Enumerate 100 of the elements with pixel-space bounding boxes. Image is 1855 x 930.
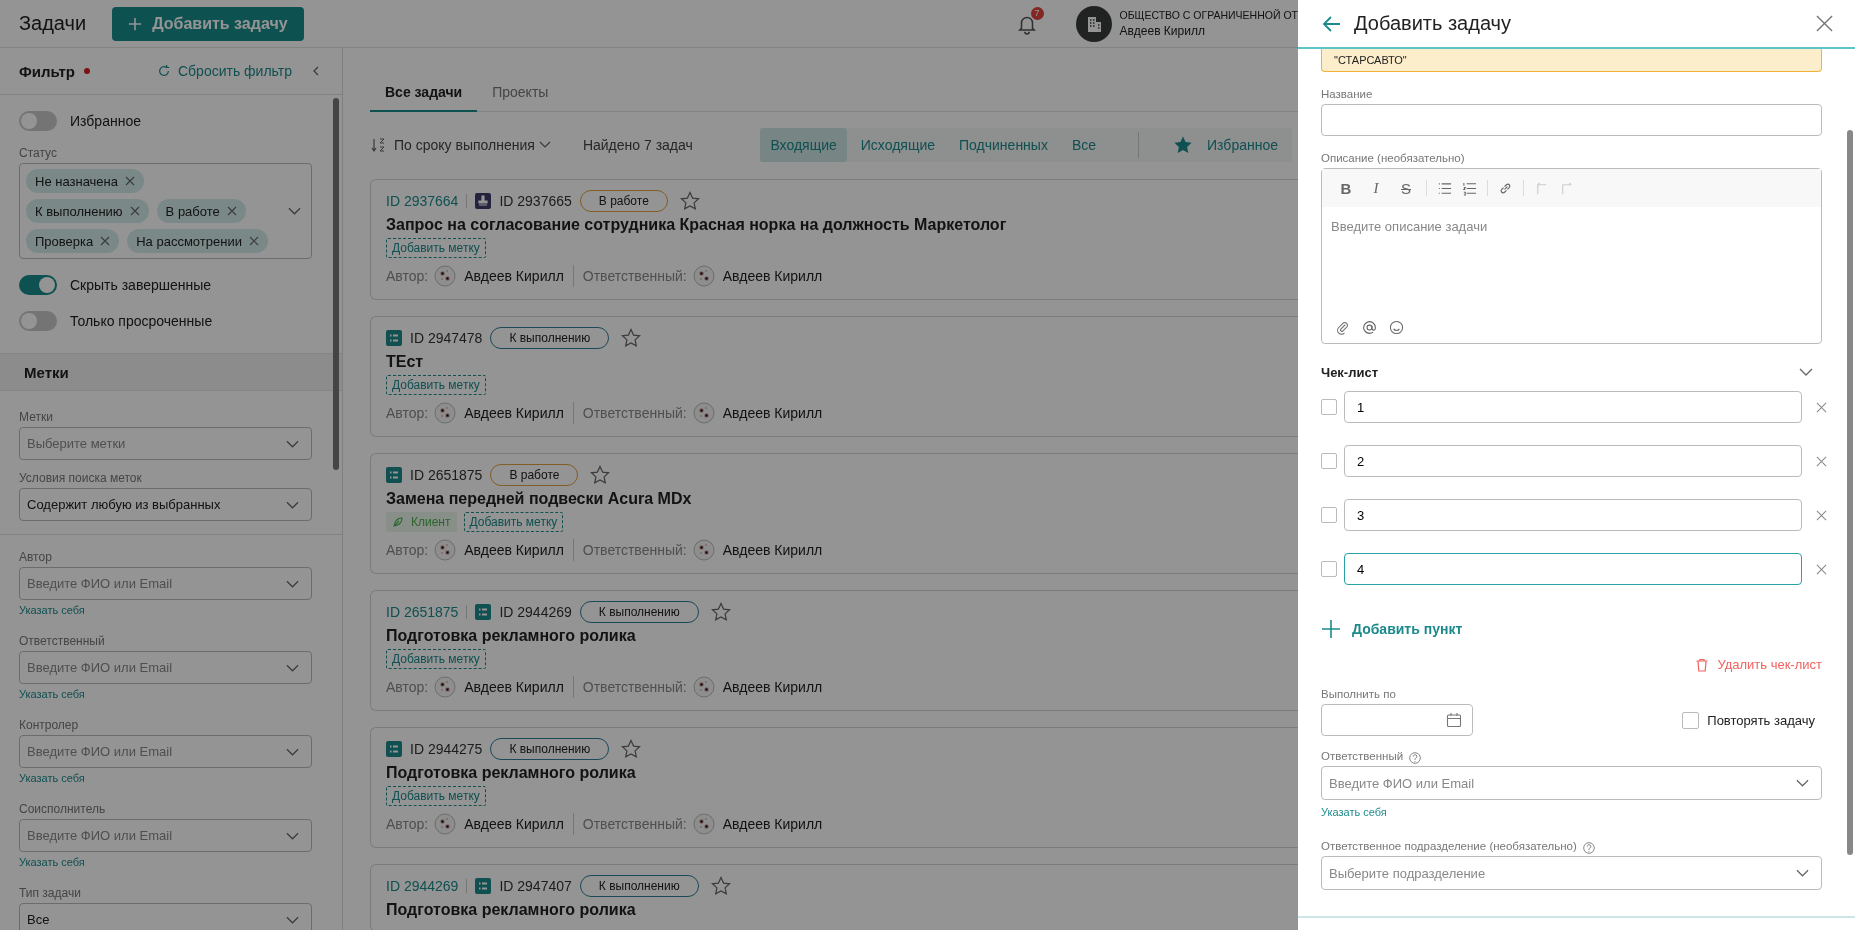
tab[interactable]: Проекты bbox=[477, 72, 564, 112]
remove-icon[interactable] bbox=[1816, 455, 1827, 467]
task-card[interactable]: ID 2947478 К выполнению ТЕст Добавить метку Автор: Авдеев Кирилл Ответственный: Авдеев Кирилл bbox=[370, 316, 1298, 437]
assign-self-link[interactable]: Указать себя bbox=[19, 604, 85, 616]
checklist-item-input[interactable]: 4 bbox=[1344, 553, 1802, 585]
select-field[interactable]: Выберите метки bbox=[19, 427, 312, 460]
assign-self-link[interactable]: Указать себя bbox=[1321, 806, 1387, 818]
assignee-name[interactable]: Авдеев Кирилл bbox=[722, 405, 823, 421]
status-chip[interactable]: К выполнению bbox=[26, 199, 149, 223]
remove-icon[interactable] bbox=[129, 206, 140, 216]
description-editor[interactable]: B I S Введите описание задачи bbox=[1321, 168, 1822, 344]
checklist-item-input[interactable]: 1 bbox=[1344, 391, 1802, 423]
select-field[interactable]: Введите ФИО или Email bbox=[19, 651, 312, 684]
select-field[interactable]: Содержит любую из выбранных bbox=[19, 488, 312, 521]
task-card[interactable]: ID 2651875 В работе Замена передней подвески Acura MDx Клиент Добавить метку Автор: Авдеев Кирилл Ответственный: Авдеев Кирилл bbox=[370, 453, 1298, 574]
scrollbar[interactable] bbox=[1847, 130, 1853, 855]
help-icon[interactable] bbox=[1582, 842, 1595, 854]
assign-self-link[interactable]: Указать себя bbox=[19, 856, 85, 868]
scrollbar[interactable] bbox=[333, 98, 339, 470]
star-icon[interactable] bbox=[710, 876, 731, 896]
task-title[interactable]: Подготовка рекламного ролика bbox=[386, 626, 1283, 646]
checklist-item-input[interactable]: 3 bbox=[1344, 499, 1802, 531]
filter-segment[interactable]: Все bbox=[1061, 128, 1107, 162]
name-input[interactable] bbox=[1321, 104, 1822, 136]
delete-checklist-button[interactable]: Удалить чек-лист bbox=[1695, 657, 1822, 672]
link-icon[interactable] bbox=[1498, 180, 1513, 196]
sort-dropdown[interactable]: По сроку выполнения bbox=[394, 137, 535, 153]
add-tag-button[interactable]: Добавить метку bbox=[463, 512, 564, 532]
status-select[interactable]: Не назначена К выполнению В работе Проверка На рассмотрении bbox=[19, 163, 312, 259]
parent-task-link[interactable]: ID 2944269 bbox=[386, 878, 459, 894]
toggle-switch[interactable] bbox=[19, 111, 57, 131]
bullet-list-icon[interactable] bbox=[1437, 180, 1452, 196]
filter-segment[interactable]: Исходящие bbox=[850, 128, 946, 162]
task-title[interactable]: Замена передней подвески Acura MDx bbox=[386, 489, 1283, 509]
add-tag-button[interactable]: Добавить метку bbox=[386, 238, 486, 258]
assign-self-link[interactable]: Указать себя bbox=[19, 772, 85, 784]
author-name[interactable]: Авдеев Кирилл bbox=[464, 405, 564, 421]
numbered-list-icon[interactable] bbox=[1462, 180, 1477, 196]
filter-segment[interactable]: Подчиненных bbox=[949, 128, 1058, 162]
star-icon[interactable] bbox=[621, 739, 642, 759]
format-button[interactable]: B bbox=[1336, 179, 1356, 197]
emoji-icon[interactable] bbox=[1389, 320, 1404, 335]
checklist-item-input[interactable]: 2 bbox=[1344, 445, 1802, 477]
remove-icon[interactable] bbox=[1816, 509, 1827, 521]
back-arrow-icon[interactable] bbox=[1322, 13, 1342, 34]
select-field[interactable]: Введите ФИО или Email bbox=[1321, 766, 1822, 800]
add-tag-button[interactable]: Добавить метку bbox=[386, 786, 486, 806]
favorites-button[interactable]: Избранное bbox=[1207, 137, 1278, 153]
add-item-button[interactable]: Добавить пункт bbox=[1321, 619, 1463, 639]
date-input[interactable] bbox=[1321, 704, 1473, 736]
assign-self-link[interactable]: Указать себя bbox=[19, 688, 85, 700]
select-field[interactable]: Введите ФИО или Email bbox=[19, 819, 312, 852]
star-icon[interactable] bbox=[710, 602, 731, 622]
close-icon[interactable] bbox=[1816, 15, 1833, 32]
select-field[interactable]: Все bbox=[19, 903, 312, 930]
task-card[interactable]: ID 2651875 ID 2944269 К выполнению Подготовка рекламного ролика Добавить метку Автор: Авдеев Кирилл Ответственный: Авдеев Кирилл bbox=[370, 590, 1298, 711]
task-card[interactable]: ID 2944275 К выполнению Подготовка рекламного ролика Добавить метку Автор: Авдеев Кирилл Ответственный: Авдеев Кирилл bbox=[370, 727, 1298, 848]
remove-icon[interactable] bbox=[1816, 401, 1827, 413]
remove-icon[interactable] bbox=[125, 176, 135, 186]
toggle-switch[interactable] bbox=[19, 275, 57, 295]
author-name[interactable]: Авдеев Кирилл bbox=[464, 542, 564, 558]
format-button[interactable]: I bbox=[1366, 179, 1386, 197]
task-title[interactable]: Подготовка рекламного ролика bbox=[386, 900, 1283, 920]
checkbox[interactable] bbox=[1321, 399, 1337, 415]
status-chip[interactable]: В работе bbox=[156, 199, 246, 223]
add-task-button[interactable]: Добавить задачу bbox=[112, 6, 304, 41]
select-field[interactable]: Выберите подразделение bbox=[1321, 856, 1822, 890]
star-icon[interactable] bbox=[679, 191, 700, 211]
building-icon[interactable] bbox=[1075, 5, 1112, 42]
task-title[interactable]: ТЕст bbox=[386, 352, 1283, 372]
status-chip[interactable]: Не назначена bbox=[26, 169, 144, 193]
select-field[interactable]: Введите ФИО или Email bbox=[19, 567, 312, 600]
task-title[interactable]: Запрос на согласование сотрудника Красная норка на должность Маркетолог bbox=[386, 215, 1283, 235]
task-card[interactable]: ID 2937664 ID 2937665 В работе Запрос на согласование сотрудника Красная норка на должность Маркетолог Добавить метку Автор: Авдеев Кирилл Ответственный: Авдеев Кирилл bbox=[370, 179, 1298, 300]
remove-icon[interactable] bbox=[226, 206, 237, 216]
toggle-switch[interactable] bbox=[19, 311, 57, 331]
checkbox[interactable] bbox=[1682, 711, 1700, 729]
parent-task-link[interactable]: ID 2937664 bbox=[386, 193, 459, 209]
remove-icon[interactable] bbox=[248, 236, 259, 246]
author-name[interactable]: Авдеев Кирилл bbox=[464, 679, 564, 695]
reset-filter-link[interactable]: Сбросить фильтр bbox=[156, 63, 292, 79]
remove-icon[interactable] bbox=[100, 236, 111, 246]
assignee-name[interactable]: Авдеев Кирилл bbox=[722, 816, 823, 832]
add-tag-button[interactable]: Добавить метку bbox=[386, 375, 486, 395]
tab[interactable]: Все задачи bbox=[370, 72, 478, 112]
checkbox[interactable] bbox=[1321, 453, 1337, 469]
remove-icon[interactable] bbox=[1816, 563, 1827, 575]
star-icon[interactable] bbox=[590, 465, 611, 485]
mention-icon[interactable] bbox=[1362, 320, 1377, 335]
status-chip[interactable]: Проверка bbox=[26, 229, 120, 253]
author-name[interactable]: Авдеев Кирилл bbox=[464, 816, 564, 832]
parent-task-link[interactable]: ID 2651875 bbox=[386, 604, 459, 620]
assignee-name[interactable]: Авдеев Кирилл bbox=[722, 268, 823, 284]
star-icon[interactable] bbox=[621, 328, 642, 348]
assignee-name[interactable]: Авдеев Кирилл bbox=[722, 679, 823, 695]
format-button[interactable]: S bbox=[1396, 179, 1416, 197]
author-name[interactable]: Авдеев Кирилл bbox=[464, 268, 564, 284]
chevron-down-icon[interactable] bbox=[1799, 368, 1813, 376]
help-icon[interactable] bbox=[1409, 752, 1422, 764]
task-title[interactable]: Подготовка рекламного ролика bbox=[386, 763, 1283, 783]
